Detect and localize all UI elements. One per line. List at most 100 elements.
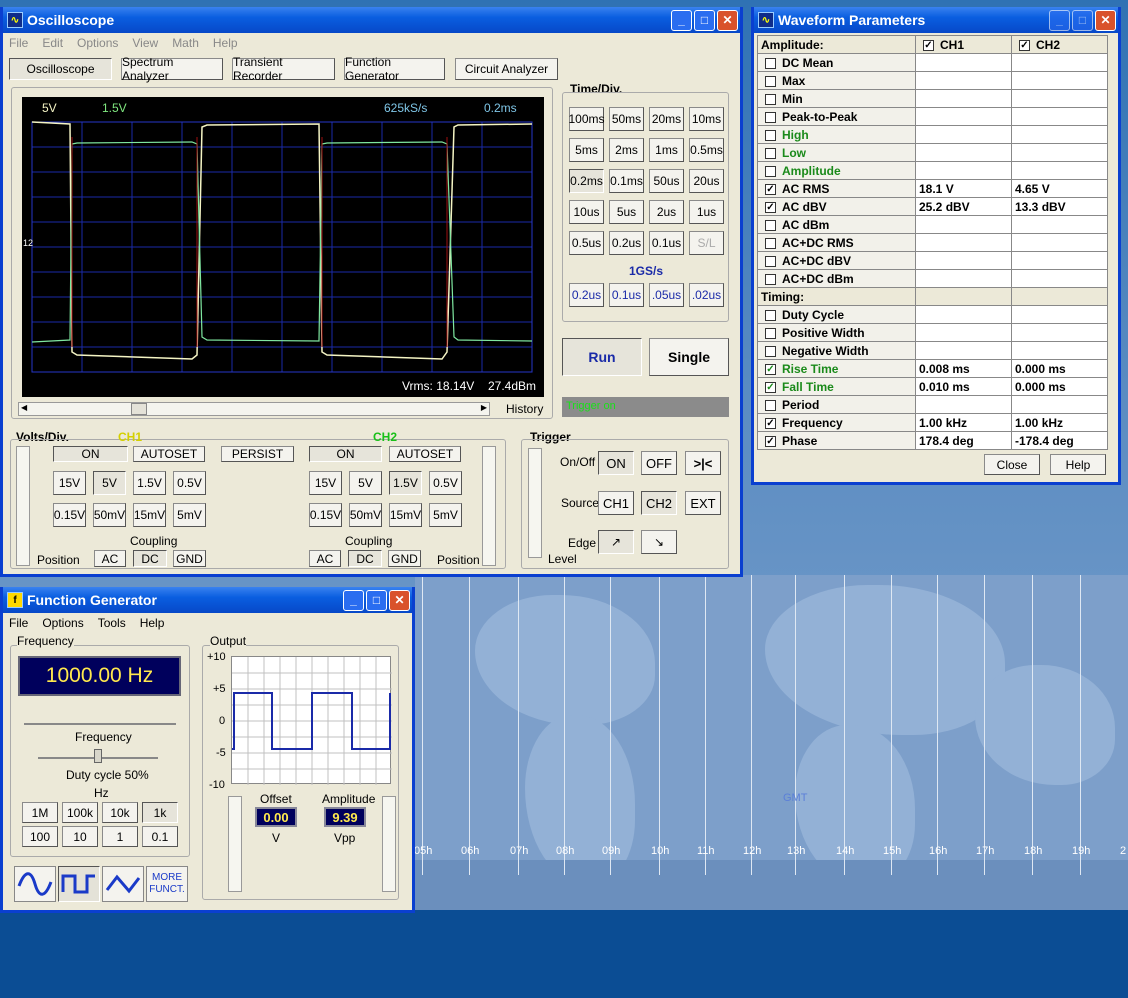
param-checkbox-amplitude[interactable] — [765, 165, 776, 177]
param-checkbox-ac-dc-dbm[interactable] — [765, 273, 776, 285]
params-help-button[interactable]: Help — [1050, 454, 1106, 475]
ch2-volts-50mV[interactable]: 50mV — [349, 503, 382, 527]
param-checkbox-ac-dc-rms[interactable] — [765, 237, 776, 249]
param-label-cell[interactable]: Peak-to-Peak — [757, 107, 916, 126]
offset-slider[interactable] — [228, 796, 242, 892]
timediv-2ms[interactable]: 2ms — [609, 138, 644, 162]
close-button[interactable]: ✕ — [717, 9, 738, 31]
duty-cycle-thumb[interactable] — [94, 749, 102, 763]
fg-menu-help[interactable]: Help — [140, 616, 165, 630]
timediv-fast-0[interactable]: 0.2us — [569, 283, 604, 307]
params-ch1-header[interactable]: ✓ CH1 — [915, 35, 1012, 54]
trigger-on-button[interactable]: ON — [598, 451, 634, 475]
history-button[interactable]: History — [506, 402, 543, 416]
param-label-cell[interactable]: AC+DC RMS — [757, 233, 916, 252]
fg-menu-file[interactable]: File — [9, 616, 28, 630]
timediv-2us[interactable]: 2us — [649, 200, 684, 224]
param-checkbox-ac-dc-dbv[interactable] — [765, 255, 776, 267]
triangle-wave-button[interactable] — [102, 866, 144, 902]
param-checkbox-dc-mean[interactable] — [765, 57, 776, 69]
param-checkbox-max[interactable] — [765, 75, 776, 87]
ch2-autoset-button[interactable]: AUTOSET — [389, 446, 461, 462]
params-ch2-header[interactable]: ✓ CH2 — [1011, 35, 1108, 54]
tab-spectrum-analyzer[interactable]: Spectrum Analyzer — [121, 55, 223, 83]
ch2-volts-15V[interactable]: 15V — [309, 471, 342, 495]
falling-edge-button[interactable]: ↘ — [641, 530, 677, 554]
ch1-enable-checkbox[interactable]: ✓ — [923, 39, 934, 51]
timediv-fast-3[interactable]: .02us — [689, 283, 724, 307]
timediv-20us[interactable]: 20us — [689, 169, 724, 193]
timediv-10us[interactable]: 10us — [569, 200, 604, 224]
history-scrollbar[interactable]: ◀ ▶ — [18, 402, 490, 416]
param-label-cell[interactable]: ✓ AC RMS — [757, 179, 916, 198]
single-button[interactable]: Single — [649, 338, 729, 376]
param-label-cell[interactable]: ✓ Fall Time — [757, 377, 916, 396]
source-ch1-button[interactable]: CH1 — [598, 491, 634, 515]
timediv-02ms[interactable]: 0.2ms — [569, 169, 604, 193]
ch2-dc-button[interactable]: DC — [348, 550, 382, 567]
param-label-cell[interactable]: Duty Cycle — [757, 305, 916, 324]
ch2-volts-5mV[interactable]: 5mV — [429, 503, 462, 527]
menu-help[interactable]: Help — [213, 36, 238, 50]
ch1-volts-0p5V[interactable]: 0.5V — [173, 471, 206, 495]
duty-cycle-slider[interactable] — [38, 749, 158, 763]
timediv-02us[interactable]: 0.2us — [609, 231, 644, 255]
param-label-cell[interactable]: Low — [757, 143, 916, 162]
source-ext-button[interactable]: EXT — [685, 491, 721, 515]
timediv-01us[interactable]: 0.1us — [649, 231, 684, 255]
ch2-volts-0p15V[interactable]: 0.15V — [309, 503, 342, 527]
timediv-1ms[interactable]: 1ms — [649, 138, 684, 162]
param-checkbox-high[interactable] — [765, 129, 776, 141]
param-checkbox-phase[interactable]: ✓ — [765, 435, 776, 447]
ch1-volts-15V[interactable]: 15V — [53, 471, 86, 495]
fg-menu-options[interactable]: Options — [42, 616, 83, 630]
range-1[interactable]: 1 — [102, 826, 138, 847]
ch1-gnd-button[interactable]: GND — [173, 550, 206, 567]
param-label-cell[interactable]: High — [757, 125, 916, 144]
param-checkbox-positive-width[interactable] — [765, 327, 776, 339]
source-ch2-button[interactable]: CH2 — [641, 491, 677, 515]
rising-edge-button[interactable]: ↗ — [598, 530, 634, 554]
ch1-volts-1p5V[interactable]: 1.5V — [133, 471, 166, 495]
param-checkbox-rise-time[interactable]: ✓ — [765, 363, 776, 375]
trigger-center-button[interactable]: >|< — [685, 451, 721, 475]
param-checkbox-min[interactable] — [765, 93, 776, 105]
tab-circuit-analyzer[interactable]: Circuit Analyzer — [455, 58, 558, 80]
params-minimize-button[interactable]: _ — [1049, 9, 1070, 31]
param-checkbox-low[interactable] — [765, 147, 776, 159]
range-1M[interactable]: 1M — [22, 802, 58, 823]
scroll-left-icon[interactable]: ◀ — [21, 403, 27, 412]
range-0p1[interactable]: 0.1 — [142, 826, 178, 847]
square-wave-button[interactable] — [58, 866, 100, 902]
param-label-cell[interactable]: Amplitude — [757, 161, 916, 180]
param-label-cell[interactable]: DC Mean — [757, 53, 916, 72]
ch2-on-button[interactable]: ON — [309, 446, 382, 462]
amplitude-value[interactable]: 9.39 — [324, 807, 366, 827]
ch2-position-slider[interactable] — [482, 446, 496, 566]
history-scroll-thumb[interactable] — [131, 403, 147, 415]
param-checkbox-frequency[interactable]: ✓ — [765, 417, 776, 429]
timediv-5ms[interactable]: 5ms — [569, 138, 604, 162]
range-100k[interactable]: 100k — [62, 802, 98, 823]
timediv-fast-1[interactable]: 0.1us — [609, 283, 644, 307]
param-label-cell[interactable]: ✓ Phase — [757, 431, 916, 450]
param-label-cell[interactable]: ✓ Frequency — [757, 413, 916, 432]
param-label-cell[interactable]: AC+DC dBV — [757, 251, 916, 270]
timediv-10ms[interactable]: 10ms — [689, 107, 724, 131]
param-label-cell[interactable]: AC dBm — [757, 215, 916, 234]
ch2-gnd-button[interactable]: GND — [388, 550, 421, 567]
param-label-cell[interactable]: Negative Width — [757, 341, 916, 360]
param-checkbox-peak-to-peak[interactable] — [765, 111, 776, 123]
timediv-01ms[interactable]: 0.1ms — [609, 169, 644, 193]
param-checkbox-period[interactable] — [765, 399, 776, 411]
ch1-autoset-button[interactable]: AUTOSET — [133, 446, 205, 462]
amplitude-slider[interactable] — [382, 796, 396, 892]
param-checkbox-negative-width[interactable] — [765, 345, 776, 357]
menu-edit[interactable]: Edit — [42, 36, 63, 50]
timediv-50ms[interactable]: 50ms — [609, 107, 644, 131]
timediv-5us[interactable]: 5us — [609, 200, 644, 224]
param-label-cell[interactable]: Max — [757, 71, 916, 90]
sine-wave-button[interactable] — [14, 866, 56, 902]
params-maximize-button[interactable]: □ — [1072, 9, 1093, 31]
tab-transient-recorder[interactable]: Transient Recorder — [232, 55, 335, 83]
